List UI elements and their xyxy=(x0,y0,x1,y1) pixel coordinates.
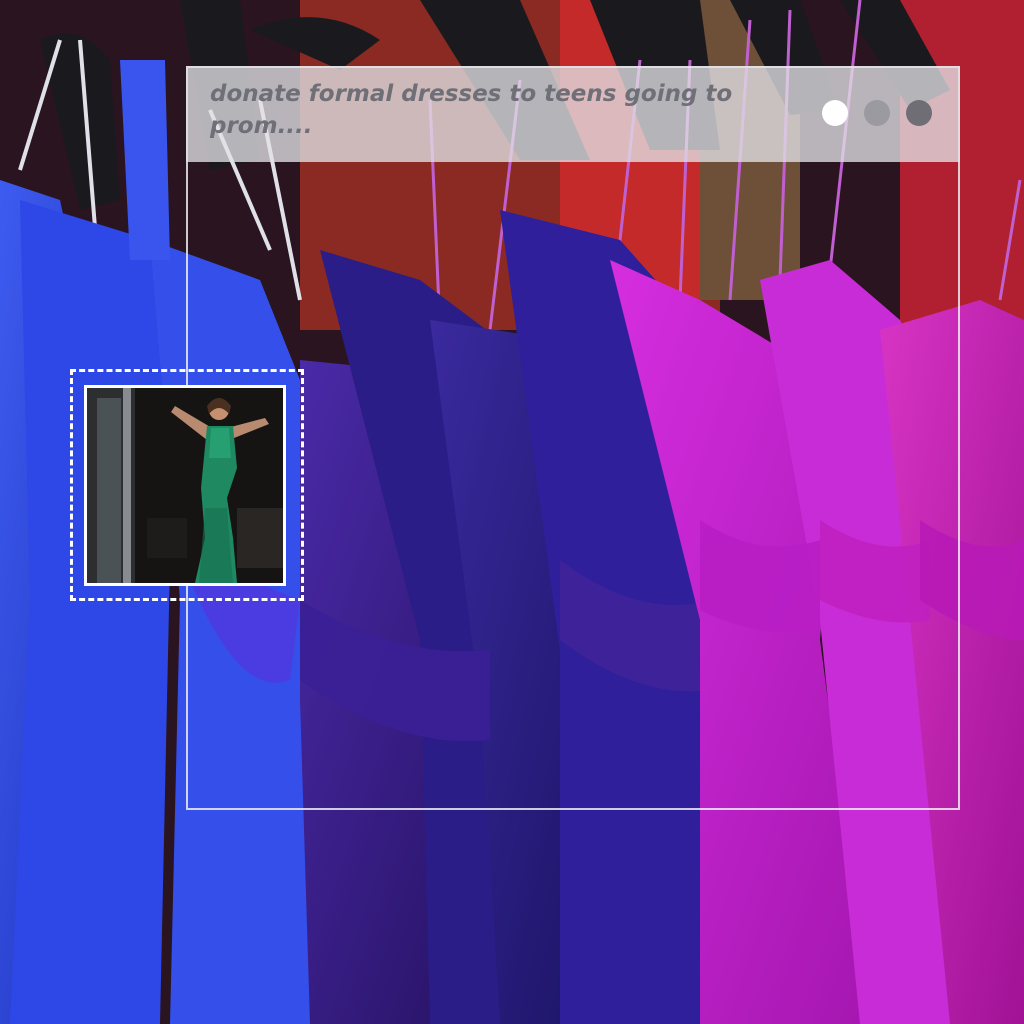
caption-text: donate formal dresses to teens going to … xyxy=(210,81,733,139)
thumbnail-image xyxy=(84,385,286,586)
model-green-gown-image xyxy=(87,388,283,583)
window-dot-gray xyxy=(864,100,890,126)
window-dot-white xyxy=(822,100,848,126)
title-bar: donate formal dresses to teens going to … xyxy=(186,66,960,162)
window-dot-dark xyxy=(906,100,932,126)
